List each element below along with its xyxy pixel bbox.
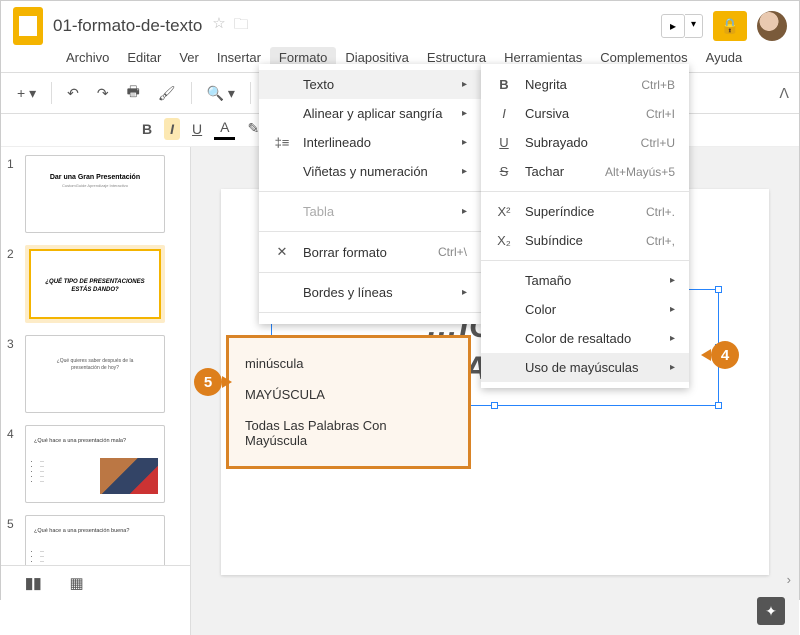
format-menu-alinear[interactable]: Alinear y aplicar sangría▸ — [259, 99, 481, 128]
text-menu-resaltado[interactable]: Color de resaltado▸ — [481, 324, 689, 353]
thumb-4[interactable]: 4 ¿Qué hace a una presentación mala? ———… — [7, 425, 184, 503]
menu-ver[interactable]: Ver — [170, 47, 208, 68]
view-switcher: ▮▮ ▦ — [1, 565, 191, 599]
callout-step-4: 4 — [711, 341, 739, 369]
text-menu-color[interactable]: Color▸ — [481, 295, 689, 324]
underline-icon: U — [495, 135, 513, 150]
grid-view-icon[interactable]: ▦ — [70, 574, 84, 592]
format-menu-borrar[interactable]: ✕Borrar formatoCtrl+\ — [259, 237, 481, 267]
text-menu-tachar[interactable]: STacharAlt+Mayús+5 — [481, 157, 689, 186]
doc-title[interactable]: 01-formato-de-texto — [53, 16, 202, 36]
titlebar: 01-formato-de-texto ☆ 🗀 ▸ ▾ �литалница 🔒 — [1, 1, 799, 47]
italic-button[interactable]: I — [164, 118, 180, 140]
thumb-text: ESTÁS DANDO? — [71, 287, 118, 293]
text-menu-subrayado[interactable]: USubrayadoCtrl+U — [481, 128, 689, 157]
strikethrough-icon: S — [495, 164, 513, 179]
text-menu-negrita[interactable]: BNegritaCtrl+B — [481, 70, 689, 99]
cap-menu-title[interactable]: Todas Las Palabras Con Mayúscula — [229, 410, 468, 456]
thumb-text: ¿Qué hace a una presentación buena? — [34, 528, 156, 534]
share-button[interactable]: 🔒 — [713, 11, 747, 41]
thumb-number: 5 — [7, 515, 19, 531]
scroll-right-icon[interactable]: › — [787, 572, 791, 587]
format-menu-tabla: Tabla▸ — [259, 197, 481, 226]
new-slide-button[interactable]: + ▾ — [11, 81, 42, 106]
thumb-text: presentación de hoy? — [71, 365, 119, 371]
bold-icon: B — [495, 77, 513, 92]
explore-button[interactable]: ✦ — [757, 597, 785, 625]
thumb-number: 4 — [7, 425, 19, 441]
undo-button[interactable]: ↶ — [61, 81, 85, 106]
format-menu-bordes[interactable]: Bordes y líneas▸ — [259, 278, 481, 307]
menu-archivo[interactable]: Archivo — [57, 47, 118, 68]
redo-button[interactable]: ↷ — [91, 81, 115, 106]
print-button[interactable]: 🖶 — [121, 77, 146, 109]
callout-step-5: 5 — [194, 368, 222, 396]
thumb-text: ¿Qué quieres saber después de la — [57, 358, 134, 364]
text-menu-tamano[interactable]: Tamaño▸ — [481, 266, 689, 295]
line-spacing-icon: ‡≡ — [273, 135, 291, 150]
thumb-text: ¿QUÉ TIPO DE PRESENTACIONES — [45, 279, 144, 285]
thumbnail-panel: 1 Dar una Gran Presentación CustomGuide … — [1, 147, 191, 635]
menu-ayuda[interactable]: Ayuda — [697, 47, 752, 68]
menu-editar[interactable]: Editar — [118, 47, 170, 68]
format-menu-vinetas[interactable]: Viñetas y numeración▸ — [259, 157, 481, 186]
thumb-text: ¿Qué hace a una presentación mala? — [34, 438, 156, 444]
present-button[interactable]: ▸ — [661, 14, 685, 38]
zoom-button[interactable]: 🔍 ▾ — [201, 81, 241, 106]
text-menu-cursiva[interactable]: ICursivaCtrl+I — [481, 99, 689, 128]
clear-format-icon: ✕ — [273, 244, 291, 260]
thumb-1[interactable]: 1 Dar una Gran Presentación CustomGuide … — [7, 155, 184, 233]
folder-icon[interactable]: 🗀 — [234, 14, 249, 39]
cap-menu-upper[interactable]: MAYÚSCULA — [229, 379, 468, 410]
bold-button[interactable]: B — [136, 118, 158, 140]
superscript-icon: X² — [495, 204, 513, 219]
thumb-2[interactable]: 2 ¿QUÉ TIPO DE PRESENTACIONES ESTÁS DANDO… — [7, 245, 184, 323]
cap-menu-lower[interactable]: minúscula — [229, 348, 468, 379]
thumb-number: 3 — [7, 335, 19, 351]
thumb-image — [100, 458, 158, 494]
underline-button[interactable]: U — [186, 118, 208, 140]
filmstrip-view-icon[interactable]: ▮▮ — [25, 574, 42, 592]
text-submenu: BNegritaCtrl+B ICursivaCtrl+I USubrayado… — [481, 64, 689, 388]
subscript-icon: X₂ — [495, 233, 513, 248]
account-avatar[interactable] — [757, 11, 787, 41]
format-menu-interlineado[interactable]: ‡≡Interlineado▸ — [259, 128, 481, 157]
format-menu-texto[interactable]: Texto▸ — [259, 70, 481, 99]
paint-format-button[interactable]: 🖌 — [152, 81, 182, 106]
present-dropdown[interactable]: ▾ — [685, 14, 703, 38]
star-icon[interactable]: ☆ — [212, 14, 225, 39]
thumb-3[interactable]: 3 ¿Qué quieres saber después de lapresen… — [7, 335, 184, 413]
thumb-subtitle: CustomGuide Aprendizaje Interactivo — [32, 183, 158, 188]
thumb-number: 1 — [7, 155, 19, 171]
text-menu-sub[interactable]: X₂SubíndiceCtrl+, — [481, 226, 689, 255]
thumb-title: Dar una Gran Presentación — [32, 174, 158, 181]
slides-logo-icon — [13, 7, 43, 45]
italic-icon: I — [495, 106, 513, 121]
text-menu-mayusculas[interactable]: Uso de mayúsculas▸ — [481, 353, 689, 382]
collapse-toolbar-icon[interactable]: ᐱ — [779, 85, 789, 102]
text-color-button[interactable]: A — [214, 117, 235, 140]
thumb-number: 2 — [7, 245, 19, 261]
format-menu: Texto▸ Alinear y aplicar sangría▸ ‡≡Inte… — [259, 64, 481, 324]
text-menu-super[interactable]: X²SuperíndiceCtrl+. — [481, 197, 689, 226]
capitalization-submenu: minúscula MAYÚSCULA Todas Las Palabras C… — [226, 335, 471, 469]
